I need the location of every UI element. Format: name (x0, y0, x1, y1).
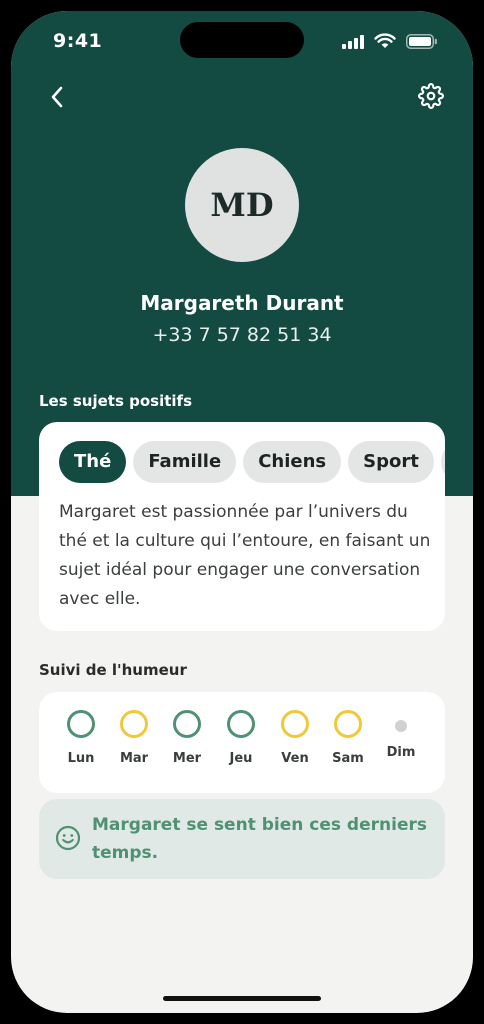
profile-phone: +33 7 57 82 51 34 (152, 324, 332, 346)
status-time: 9:41 (53, 30, 103, 52)
mood-day-dim[interactable]: Dim (375, 710, 427, 760)
topic-chip-sport[interactable]: Sport (348, 441, 434, 483)
mood-day-ven[interactable]: Ven (269, 710, 321, 766)
day-label: Mar (119, 751, 149, 766)
topic-chip-chiens[interactable]: Chiens (243, 441, 342, 483)
mood-ring-icon (67, 710, 95, 738)
mood-tracker-card: Lun Mar Mer Jeu Ven Sam Dim (39, 692, 445, 793)
signal-icon (342, 35, 364, 49)
day-label: Lun (67, 751, 95, 766)
battery-icon (406, 34, 437, 49)
smile-icon (55, 825, 81, 851)
mood-summary-text: Margaret se sent bien ces derniers temps… (92, 815, 427, 863)
topic-description: Margaret est passionnée par l’univers du… (59, 502, 431, 609)
back-button[interactable] (41, 81, 73, 113)
avatar-initials: MD (210, 186, 274, 224)
day-label: Dim (386, 745, 416, 760)
topics-section-title: Les sujets positifs (39, 392, 193, 410)
gear-icon (418, 83, 444, 109)
mood-section-title: Suivi de l'humeur (39, 661, 187, 679)
mood-summary-banner: Margaret se sent bien ces derniers temps… (39, 799, 445, 879)
day-label: Jeu (229, 751, 253, 766)
mood-day-sam[interactable]: Sam (322, 710, 374, 766)
topic-chip-the[interactable]: Thé (59, 441, 127, 483)
phone-screen: 9:41 MD Margareth Durant +33 7 57 82 51 … (11, 11, 473, 1013)
topic-chip-famille[interactable]: Famille (133, 441, 237, 483)
dynamic-island (180, 22, 304, 58)
settings-button[interactable] (414, 79, 448, 113)
avatar: MD (185, 148, 299, 262)
day-label: Sam (332, 751, 364, 766)
mood-ring-icon (334, 710, 362, 738)
home-indicator[interactable] (163, 996, 321, 1001)
mood-ring-icon (173, 710, 201, 738)
topics-card: ThéFamilleChiensSportC Margaret est pass… (39, 422, 445, 631)
day-label: Mer (172, 751, 202, 766)
wifi-icon (374, 33, 396, 48)
mood-day-mar[interactable]: Mar (108, 710, 160, 766)
topic-chip-more[interactable]: C (440, 441, 445, 483)
mood-day-jeu[interactable]: Jeu (215, 710, 267, 766)
mood-day-lun[interactable]: Lun (55, 710, 107, 766)
day-label: Ven (281, 751, 309, 766)
profile-name: Margareth Durant (140, 291, 344, 315)
mood-empty-dot-icon (395, 720, 407, 732)
topic-chips: ThéFamilleChiensSportC (59, 441, 445, 483)
mood-ring-icon (227, 710, 255, 738)
mood-day-mer[interactable]: Mer (161, 710, 213, 766)
chevron-left-icon (51, 86, 63, 108)
mood-ring-icon (281, 710, 309, 738)
status-bar: 9:41 (11, 11, 473, 71)
mood-ring-icon (120, 710, 148, 738)
